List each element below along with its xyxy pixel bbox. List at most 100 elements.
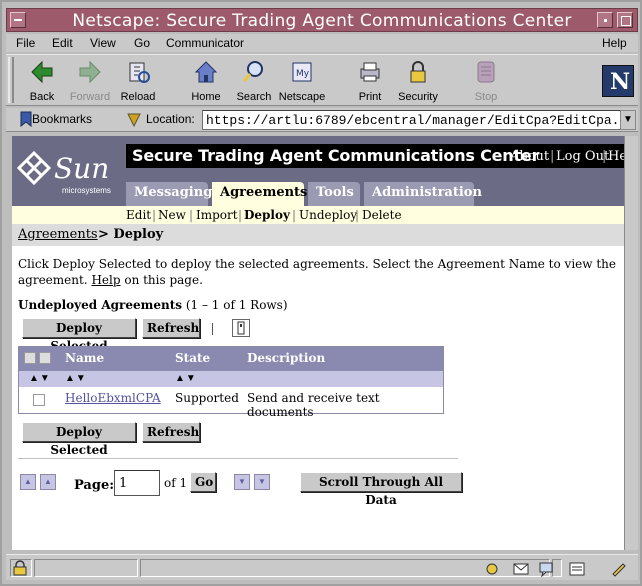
- subnav-import[interactable]: Import: [196, 208, 238, 222]
- about-link[interactable]: About: [510, 149, 549, 164]
- discussions-component-icon[interactable]: [538, 561, 556, 577]
- refresh-button-bottom[interactable]: Refresh: [142, 422, 200, 442]
- reload-button[interactable]: Reload: [112, 59, 164, 103]
- help-link[interactable]: Help: [608, 149, 624, 164]
- back-button[interactable]: Back: [16, 59, 68, 103]
- column-header-name[interactable]: Name: [65, 351, 104, 365]
- sort-state-icon[interactable]: ▲▼: [175, 373, 197, 384]
- subnav-delete[interactable]: Delete: [362, 208, 402, 222]
- bookmarks-button[interactable]: Bookmarks: [32, 112, 92, 126]
- minimize-button[interactable]: [597, 12, 613, 28]
- menu-help[interactable]: Help: [602, 36, 627, 50]
- link-separator: |: [550, 149, 555, 164]
- security-status[interactable]: [10, 559, 32, 577]
- page-input[interactable]: [114, 470, 160, 496]
- progress-area: [34, 559, 138, 577]
- url-history-dropdown[interactable]: ▼: [620, 110, 636, 130]
- deploy-selected-button-bottom[interactable]: Deploy Selected: [22, 422, 136, 457]
- menu-go[interactable]: Go: [134, 36, 150, 50]
- edit-pencil-icon[interactable]: [610, 561, 628, 577]
- brand-name: Sun: [54, 152, 110, 185]
- chevron-down-icon: ▼: [623, 114, 633, 125]
- subnav-undeploy[interactable]: Undeploy: [299, 208, 357, 222]
- subnav-deploy[interactable]: Deploy: [244, 208, 290, 222]
- last-page-button[interactable]: ▼: [254, 474, 270, 490]
- subnav-separator: |: [189, 208, 194, 222]
- refresh-button-top[interactable]: Refresh: [142, 318, 200, 338]
- stop-button[interactable]: Stop: [460, 59, 512, 103]
- netscape-n-icon: N: [610, 69, 631, 95]
- breadcrumb-agreements[interactable]: Agreements: [18, 227, 98, 242]
- search-label: Search: [236, 91, 272, 103]
- netscape-button[interactable]: My Netscape: [276, 59, 328, 103]
- help-inline-link[interactable]: Help: [91, 273, 120, 287]
- row-select-checkbox[interactable]: [33, 394, 45, 406]
- tab-messaging[interactable]: Messaging: [126, 182, 212, 206]
- agreement-state: Supported: [175, 391, 239, 405]
- select-all-checkbox[interactable]: [24, 352, 36, 364]
- tab-tools[interactable]: Tools: [308, 182, 360, 206]
- column-options-button[interactable]: [232, 319, 250, 337]
- stop-icon: [477, 61, 495, 83]
- tab-agreements[interactable]: Agreements: [212, 182, 307, 206]
- menu-edit[interactable]: Edit: [52, 36, 73, 50]
- vertical-scrollbar[interactable]: [624, 136, 638, 550]
- security-button[interactable]: Security: [392, 59, 444, 103]
- page-label: Page:: [74, 478, 115, 493]
- mail-component-icon[interactable]: [512, 561, 530, 577]
- print-button[interactable]: Print: [344, 59, 396, 103]
- netscape-logo[interactable]: N: [602, 65, 634, 97]
- previous-page-icon: ▲: [44, 477, 52, 486]
- menu-communicator[interactable]: Communicator: [166, 36, 244, 50]
- agreement-name-link[interactable]: HelloEbxmlCPA: [65, 391, 161, 405]
- deploy-selected-button-top[interactable]: Deploy Selected: [22, 318, 136, 353]
- sort-row: ▲▼ ▲▼ ▲▼: [19, 371, 443, 387]
- title-bar: Netscape: Secure Trading Agent Communica…: [6, 8, 638, 32]
- tab-administration[interactable]: Administration: [364, 182, 482, 206]
- bookmarks-icon: [20, 111, 32, 127]
- column-chooser-icon: [237, 321, 245, 335]
- deselect-all-checkbox[interactable]: [39, 352, 51, 364]
- toolbar-divider: [212, 323, 213, 335]
- page-proxy-icon: [127, 113, 141, 128]
- instructions-line-1: Click Deploy Selected to deploy the sele…: [18, 257, 616, 271]
- url-field[interactable]: [202, 110, 622, 130]
- sort-select-icon[interactable]: ▲▼: [29, 373, 51, 384]
- last-page-icon: ▼: [258, 477, 266, 486]
- sun-logo-icon: [16, 150, 52, 186]
- sort-name-icon[interactable]: ▲▼: [65, 373, 87, 384]
- row-count: (1 – 1 of 1 Rows): [185, 298, 288, 312]
- forward-button[interactable]: Forward: [64, 59, 116, 103]
- instructions-line-2b: on this page.: [120, 273, 203, 287]
- scroll-through-all-data-button[interactable]: Scroll Through All Data: [300, 472, 462, 507]
- navigator-component-icon[interactable]: [484, 561, 500, 577]
- sub-navigation: Edit | New | Import | Deploy | Undeploy …: [12, 206, 624, 224]
- column-header-state[interactable]: State: [175, 351, 210, 365]
- menu-file[interactable]: File: [16, 36, 35, 50]
- security-label: Security: [398, 91, 438, 103]
- next-page-button[interactable]: ▼: [234, 474, 250, 490]
- section-header: Undeployed Agreements (1 – 1 of 1 Rows): [18, 298, 288, 312]
- print-label: Print: [358, 91, 382, 103]
- toolbar-grip[interactable]: [8, 57, 14, 103]
- home-button[interactable]: Home: [180, 59, 232, 103]
- window-title: Netscape: Secure Trading Agent Communica…: [72, 11, 572, 31]
- navigation-toolbar: Back Forward Reload Home Search My Netsc…: [6, 54, 638, 106]
- menu-view[interactable]: View: [90, 36, 116, 50]
- first-page-button[interactable]: ▲: [20, 474, 36, 490]
- previous-page-button[interactable]: ▲: [40, 474, 56, 490]
- instructions-line-2a: agreement.: [18, 273, 92, 287]
- go-button[interactable]: Go: [190, 472, 216, 492]
- forward-arrow-icon: [79, 60, 101, 84]
- search-icon: [242, 61, 263, 82]
- home-label: Home: [191, 91, 221, 103]
- padlock-icon: [13, 560, 27, 576]
- composer-component-icon[interactable]: [568, 561, 586, 577]
- maximize-button[interactable]: [617, 12, 633, 28]
- column-header-description[interactable]: Description: [247, 351, 325, 365]
- forward-label: Forward: [69, 91, 111, 103]
- subnav-separator: |: [355, 208, 360, 222]
- search-button[interactable]: Search: [228, 59, 280, 103]
- subnav-new[interactable]: New: [158, 208, 186, 222]
- subnav-edit[interactable]: Edit: [126, 208, 151, 222]
